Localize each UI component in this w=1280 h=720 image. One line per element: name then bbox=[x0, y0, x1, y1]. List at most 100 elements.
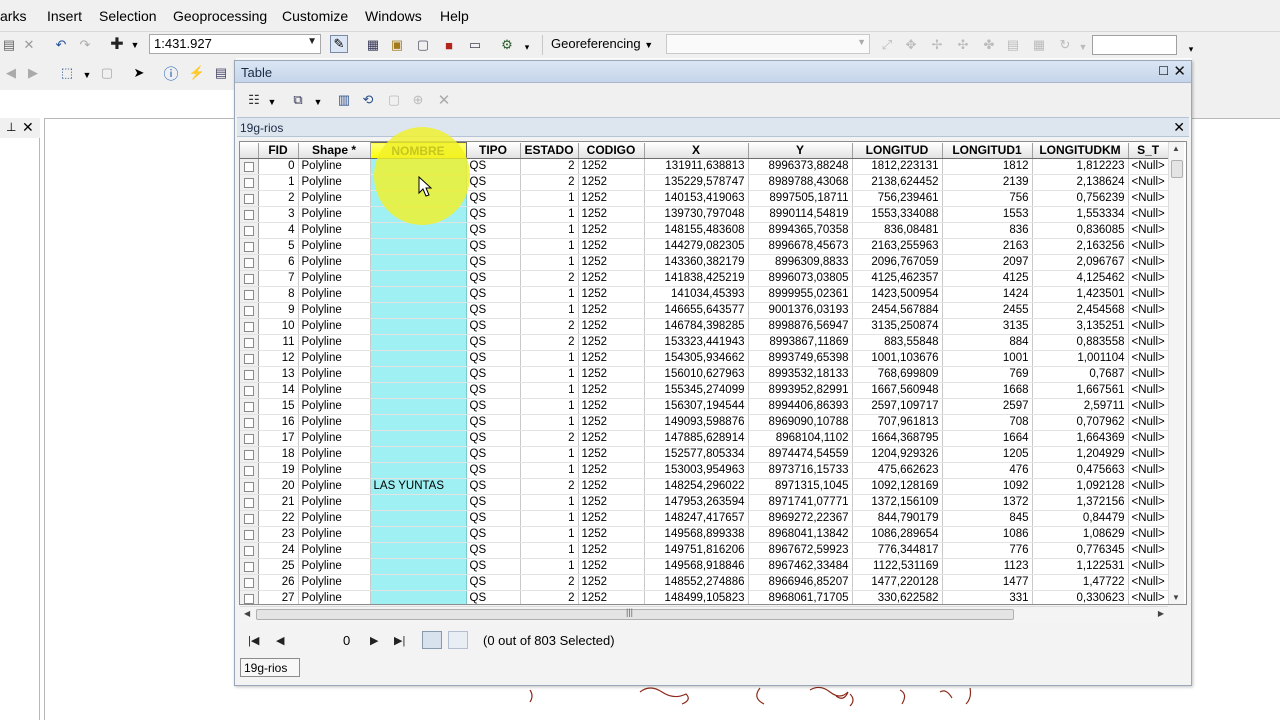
column-header-tipo[interactable]: TIPO bbox=[466, 142, 521, 159]
python-window-icon[interactable]: ▭ bbox=[466, 36, 484, 54]
current-record-number[interactable]: 0 bbox=[343, 633, 350, 648]
first-record-icon[interactable]: |◀ bbox=[248, 634, 259, 647]
cell-x[interactable]: 141034,45393 bbox=[644, 286, 749, 303]
cell-longitud1[interactable]: 776 bbox=[942, 542, 1033, 559]
cell-longitudkm[interactable]: 0,475663 bbox=[1032, 462, 1129, 479]
cell-fid[interactable]: 8 bbox=[258, 286, 299, 303]
table-options-icon[interactable]: ☷ bbox=[245, 91, 263, 109]
cell-codigo[interactable]: 1252 bbox=[578, 158, 645, 175]
cell-fid[interactable]: 5 bbox=[258, 238, 299, 255]
cell-codigo[interactable]: 1252 bbox=[578, 318, 645, 335]
column-header-estado[interactable]: ESTADO bbox=[520, 142, 579, 159]
column-header-codigo[interactable]: CODIGO bbox=[578, 142, 645, 159]
cell-longitudkm[interactable]: 1,08629 bbox=[1032, 526, 1129, 543]
cell-shape[interactable]: Polyline bbox=[298, 558, 371, 575]
refresh-icon[interactable]: ↻ bbox=[1056, 36, 1074, 54]
editor-toolbar-icon[interactable]: ✎ bbox=[330, 35, 348, 53]
table-bottom-tab[interactable]: 19g-rios bbox=[240, 658, 300, 677]
cell-longitud[interactable]: 2163,255963 bbox=[852, 238, 943, 255]
model-builder-icon[interactable]: ⚙ bbox=[498, 36, 516, 54]
cell-longitud[interactable]: 1664,368795 bbox=[852, 430, 943, 447]
row-checkbox[interactable] bbox=[244, 337, 254, 348]
cell-longitud1[interactable]: 2163 bbox=[942, 238, 1033, 255]
cell-nombre[interactable] bbox=[370, 318, 467, 335]
zoom-to-selected-icon[interactable]: ⊕ bbox=[409, 91, 427, 109]
hyperlink-icon[interactable]: ⚡ bbox=[188, 64, 206, 82]
table-row[interactable]: 12 Polyline QS 1 1252 154305,934662 8993749,65… bbox=[240, 350, 1169, 367]
cell-fid[interactable]: 15 bbox=[258, 398, 299, 415]
cell-shape[interactable]: Polyline bbox=[298, 494, 371, 511]
cell-longitud1[interactable]: 1372 bbox=[942, 494, 1033, 511]
cell-s-t[interactable]: <Null> bbox=[1128, 398, 1169, 415]
table-row[interactable]: 16 Polyline QS 1 1252 149093,598876 8969090,10… bbox=[240, 414, 1169, 431]
cell-longitud[interactable]: 776,344817 bbox=[852, 542, 943, 559]
cell-x[interactable]: 149568,899338 bbox=[644, 526, 749, 543]
pin-icon[interactable]: ⊥ bbox=[6, 120, 16, 134]
cell-longitudkm[interactable]: 0,883558 bbox=[1032, 334, 1129, 351]
cell-longitud1[interactable]: 1668 bbox=[942, 382, 1033, 399]
cell-longitudkm[interactable]: 0,84479 bbox=[1032, 510, 1129, 527]
cell-longitud[interactable]: 1477,220128 bbox=[852, 574, 943, 591]
row-checkbox[interactable] bbox=[244, 209, 254, 220]
cell-y[interactable]: 8996373,88248 bbox=[748, 158, 853, 175]
cell-shape[interactable]: Polyline bbox=[298, 350, 371, 367]
cell-y[interactable]: 8998876,56947 bbox=[748, 318, 853, 335]
cell-x[interactable]: 146784,398285 bbox=[644, 318, 749, 335]
row-selector[interactable] bbox=[240, 286, 259, 303]
row-selector[interactable] bbox=[240, 590, 259, 604]
cell-longitud[interactable]: 768,699809 bbox=[852, 366, 943, 383]
cell-longitudkm[interactable]: 1,812223 bbox=[1032, 158, 1129, 175]
cell-longitud[interactable]: 1086,289654 bbox=[852, 526, 943, 543]
cell-nombre[interactable] bbox=[370, 190, 467, 207]
cell-codigo[interactable]: 1252 bbox=[578, 526, 645, 543]
row-checkbox[interactable] bbox=[244, 225, 254, 236]
cell-tipo[interactable]: QS bbox=[466, 446, 521, 463]
cell-longitudkm[interactable]: 0,330623 bbox=[1032, 590, 1129, 604]
cell-s-t[interactable]: <Null> bbox=[1128, 302, 1169, 319]
cell-estado[interactable]: 1 bbox=[520, 206, 579, 223]
cell-codigo[interactable]: 1252 bbox=[578, 206, 645, 223]
cell-x[interactable]: 131911,638813 bbox=[644, 158, 749, 175]
row-selector[interactable] bbox=[240, 446, 259, 463]
cell-longitudkm[interactable]: 1,122531 bbox=[1032, 558, 1129, 575]
cell-fid[interactable]: 11 bbox=[258, 334, 299, 351]
table-row[interactable]: 6 Polyline QS 1 1252 143360,382179 8996309,883… bbox=[240, 254, 1169, 271]
cell-longitud1[interactable]: 331 bbox=[942, 590, 1033, 604]
cell-nombre[interactable] bbox=[370, 206, 467, 223]
cell-nombre[interactable] bbox=[370, 510, 467, 527]
scrollbar-thumb[interactable] bbox=[256, 609, 1014, 620]
cell-longitudkm[interactable]: 0,776345 bbox=[1032, 542, 1129, 559]
rotate-icon[interactable]: ⤢ bbox=[878, 36, 896, 54]
cell-estado[interactable]: 1 bbox=[520, 222, 579, 239]
cell-shape[interactable]: Polyline bbox=[298, 286, 371, 303]
table-row[interactable]: 7 Polyline QS 2 1252 141838,425219 8996073,038… bbox=[240, 270, 1169, 287]
cell-fid[interactable]: 13 bbox=[258, 366, 299, 383]
close-icon[interactable]: ✕ bbox=[1173, 119, 1185, 136]
column-header-x[interactable]: X bbox=[644, 142, 749, 159]
cell-y[interactable]: 8993749,65398 bbox=[748, 350, 853, 367]
cell-codigo[interactable]: 1252 bbox=[578, 446, 645, 463]
cell-longitud[interactable]: 756,239461 bbox=[852, 190, 943, 207]
cell-s-t[interactable]: <Null> bbox=[1128, 542, 1169, 559]
cell-y[interactable]: 8968041,13842 bbox=[748, 526, 853, 543]
row-selector[interactable] bbox=[240, 462, 259, 479]
row-checkbox[interactable] bbox=[244, 289, 254, 300]
cell-s-t[interactable]: <Null> bbox=[1128, 366, 1169, 383]
cell-tipo[interactable]: QS bbox=[466, 302, 521, 319]
cell-fid[interactable]: 22 bbox=[258, 510, 299, 527]
cell-longitudkm[interactable]: 2,096767 bbox=[1032, 254, 1129, 271]
cell-tipo[interactable]: QS bbox=[466, 270, 521, 287]
cell-y[interactable]: 8968061,71705 bbox=[748, 590, 853, 604]
catalog-icon[interactable]: ▣ bbox=[388, 36, 406, 54]
cell-s-t[interactable]: <Null> bbox=[1128, 350, 1169, 367]
last-record-icon[interactable]: ▶| bbox=[394, 634, 405, 647]
cell-tipo[interactable]: QS bbox=[466, 350, 521, 367]
cell-s-t[interactable]: <Null> bbox=[1128, 494, 1169, 511]
cell-longitudkm[interactable]: 0,756239 bbox=[1032, 190, 1129, 207]
clear-selection-icon[interactable]: ▢ bbox=[98, 64, 116, 82]
cell-s-t[interactable]: <Null> bbox=[1128, 270, 1169, 287]
row-checkbox[interactable] bbox=[244, 513, 254, 524]
table-row[interactable]: 3 Polyline QS 1 1252 139730,797048 8990114,548… bbox=[240, 206, 1169, 223]
delete-icon[interactable]: ✕ bbox=[20, 36, 38, 54]
cell-tipo[interactable]: QS bbox=[466, 590, 521, 604]
